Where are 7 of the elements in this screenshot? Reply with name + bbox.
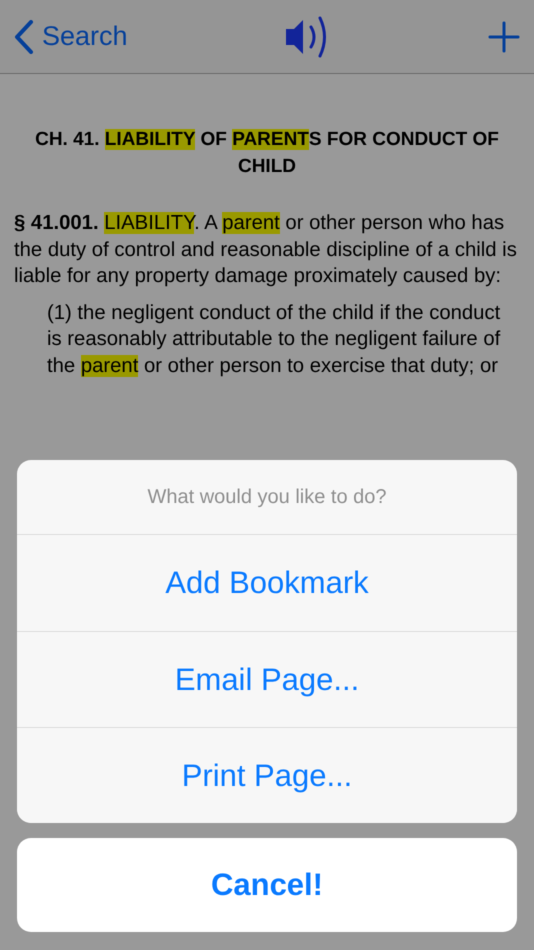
- plus-icon: [488, 20, 520, 52]
- back-button[interactable]: Search: [14, 20, 128, 54]
- action-button[interactable]: Print Page...: [17, 727, 517, 823]
- chapter-heading: CH. 41. LIABILITY OF PARENTS FOR CONDUCT OF CHILD: [34, 128, 500, 179]
- add-button[interactable]: [488, 20, 520, 52]
- chevron-left-icon: [14, 20, 34, 54]
- cancel-button[interactable]: Cancel!: [17, 838, 517, 932]
